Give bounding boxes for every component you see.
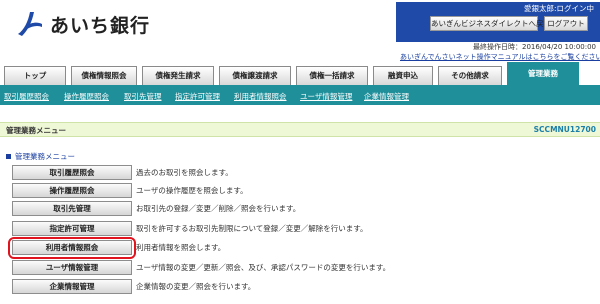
- menu-item: ユーザ情報管理 ユーザ情報の変更／更新／照会、及び、承認パスワードの変更を行いま…: [12, 260, 600, 277]
- menu-item: 企業情報管理 企業情報の変更／照会を行います。: [12, 279, 600, 296]
- company-management-button[interactable]: 企業情報管理: [12, 279, 132, 294]
- menu-item: 指定許可管理 取引を許可するお取引先制限について登録／変更／解除を行います。: [12, 221, 600, 238]
- bank-logo: あいち銀行: [14, 8, 164, 40]
- subnav-operation-history[interactable]: 操作履歴照会: [64, 91, 109, 102]
- menu-item: 取引先管理 お取引先の登録／変更／削除／照会を行います。: [12, 201, 600, 218]
- section-title: 管理業務メニュー: [15, 152, 75, 161]
- page: あいち銀行 愛銀太郎:ログイン中 あいぎんビジネスダイレクトへ戻る ログアウト …: [0, 0, 600, 304]
- screen-code: SCCMNU12700: [533, 125, 596, 134]
- menu-description: ユーザ情報の変更／更新／照会、及び、承認パスワードの変更を行います。: [136, 263, 391, 272]
- tab-other[interactable]: その他請求: [438, 66, 502, 85]
- main-tabs: トップ 債権情報照会 債権発生請求 債権譲渡請求 債権一括請求 融資申込 その他…: [0, 62, 600, 88]
- section-heading: 管理業務メニュー: [6, 151, 75, 162]
- bank-logo-icon: [18, 12, 42, 36]
- tab-management[interactable]: 管理業務: [507, 62, 579, 85]
- header-bar: 愛銀太郎:ログイン中 あいぎんビジネスダイレクトへ戻る ログアウト: [396, 2, 600, 42]
- menu-description: 企業情報の変更／照会を行います。: [136, 282, 256, 291]
- tab-loan[interactable]: 融資申込: [373, 66, 433, 85]
- bullet-square-icon: [6, 154, 11, 159]
- user-management-button[interactable]: ユーザ情報管理: [12, 260, 132, 275]
- manual-link[interactable]: あいぎんでんさいネット操作マニュアルはこちらをご覧ください: [400, 52, 600, 62]
- subnav-transaction-history[interactable]: 取引履歴照会: [4, 91, 49, 102]
- return-direct-button[interactable]: あいぎんビジネスダイレクトへ戻る: [430, 16, 551, 31]
- tab-claim-issue[interactable]: 債権発生請求: [142, 66, 214, 85]
- menu-description: 取引を許可するお取引先制限について登録／変更／解除を行います。: [136, 224, 368, 233]
- subnav-user-info-inquiry[interactable]: 利用者情報照会: [234, 91, 287, 102]
- operation-history-button[interactable]: 操作履歴照会: [12, 183, 132, 198]
- sub-navigation: 取引履歴照会 操作履歴照会 取引先管理 指定許可管理 利用者情報照会 ユーザ情報…: [0, 88, 600, 105]
- menu-item: 操作履歴照会 ユーザの操作履歴を照会します。: [12, 183, 600, 200]
- last-login-time: 最終操作日時：2016/04/20 10:00:00: [472, 43, 596, 51]
- tab-bulk-request[interactable]: 債権一括請求: [296, 66, 368, 85]
- page-title: 管理業務メニュー: [6, 126, 66, 135]
- subnav-permission-management[interactable]: 指定許可管理: [175, 91, 220, 102]
- menu-description: 利用者情報を照会します。: [136, 243, 226, 252]
- highlight-annotation: [8, 237, 136, 259]
- transaction-history-button[interactable]: 取引履歴照会: [12, 165, 132, 180]
- menu-item: 取引履歴照会 過去のお取引を照会します。: [12, 165, 600, 182]
- menu-description: お取引先の登録／変更／削除／照会を行います。: [136, 204, 301, 213]
- tab-claim-transfer[interactable]: 債権譲渡請求: [219, 66, 291, 85]
- menu-description: ユーザの操作履歴を照会します。: [136, 186, 248, 195]
- tab-claim-inquiry[interactable]: 債権情報照会: [71, 66, 137, 85]
- subnav-company-management[interactable]: 企業情報管理: [364, 91, 409, 102]
- subnav-partner-management[interactable]: 取引先管理: [124, 91, 162, 102]
- permission-management-button[interactable]: 指定許可管理: [12, 221, 132, 236]
- tab-top[interactable]: トップ: [4, 66, 66, 85]
- logout-button[interactable]: ログアウト: [544, 16, 588, 31]
- bank-name: あいち銀行: [50, 14, 151, 37]
- menu-description: 過去のお取引を照会します。: [136, 168, 233, 177]
- page-title-bar: 管理業務メニュー SCCMNU12700: [0, 122, 600, 137]
- user-status: 愛銀太郎:ログイン中: [523, 4, 594, 13]
- subnav-user-management[interactable]: ユーザ情報管理: [300, 91, 352, 102]
- partner-management-button[interactable]: 取引先管理: [12, 201, 132, 216]
